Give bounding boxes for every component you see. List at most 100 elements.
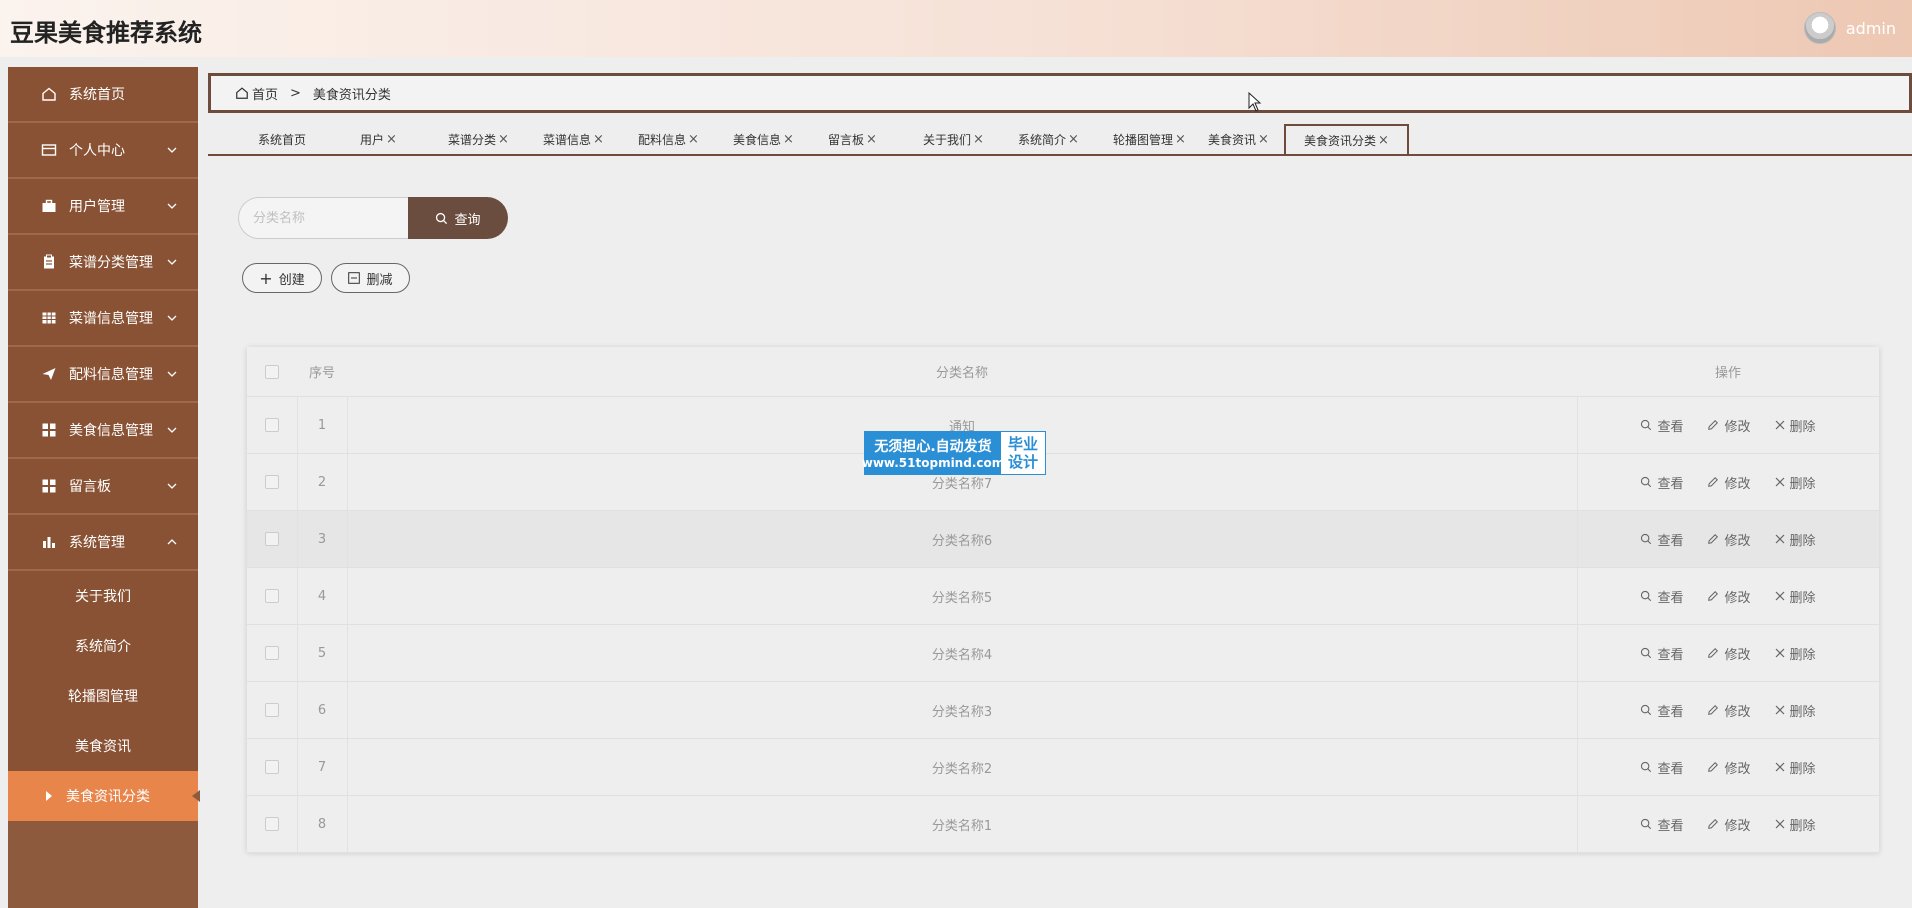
- tab-home[interactable]: 系统首页: [258, 124, 306, 154]
- delete-button[interactable]: 删除: [1775, 758, 1816, 777]
- close-icon[interactable]: ×: [1378, 133, 1389, 148]
- briefcase-icon: [40, 197, 58, 215]
- edit-button[interactable]: 修改: [1707, 587, 1751, 606]
- row-checkbox[interactable]: [265, 532, 279, 546]
- sidebar-item-system[interactable]: 系统管理: [8, 515, 198, 571]
- close-icon[interactable]: ×: [498, 132, 509, 147]
- sidebar-item-recipe-info[interactable]: 菜谱信息管理: [8, 291, 198, 347]
- sidebar-item-ingredient[interactable]: 配料信息管理: [8, 347, 198, 403]
- row-index: 6: [317, 702, 327, 718]
- row-checkbox[interactable]: [265, 418, 279, 432]
- table-row[interactable]: 5 分类名称4 查看 修改 删除: [247, 625, 1879, 682]
- sidebar-item-food-info[interactable]: 美食信息管理: [8, 403, 198, 459]
- tab-recipe-category[interactable]: 菜谱分类 ×: [448, 124, 509, 154]
- avatar[interactable]: [1803, 12, 1836, 44]
- sidebar-item-users[interactable]: 用户管理: [8, 179, 198, 235]
- view-button[interactable]: 查看: [1640, 758, 1683, 777]
- pencil-icon: [1708, 704, 1719, 715]
- row-index: 3: [317, 531, 327, 547]
- row-category-name: 分类名称3: [931, 704, 993, 720]
- view-button[interactable]: 查看: [1640, 644, 1683, 663]
- delete-button[interactable]: 删除: [1775, 701, 1816, 720]
- delete-button[interactable]: 删除: [1775, 815, 1816, 834]
- close-icon[interactable]: ×: [688, 132, 699, 147]
- select-all-checkbox[interactable]: [265, 364, 279, 379]
- tab-ingredient[interactable]: 配料信息 ×: [638, 124, 699, 154]
- tab-users[interactable]: 用户 ×: [360, 124, 397, 154]
- sidebar-subitem-intro[interactable]: 系统简介: [8, 621, 198, 671]
- edit-button[interactable]: 修改: [1707, 815, 1751, 834]
- close-icon[interactable]: ×: [386, 132, 397, 147]
- row-checkbox[interactable]: [265, 760, 279, 774]
- table-row[interactable]: 2 分类名称7 查看 修改 删除: [247, 454, 1879, 511]
- create-button[interactable]: + 创建: [242, 263, 322, 293]
- close-icon[interactable]: ×: [973, 132, 984, 147]
- sidebar-item-profile[interactable]: 个人中心: [8, 123, 198, 179]
- row-checkbox[interactable]: [265, 817, 279, 831]
- edit-button[interactable]: 修改: [1707, 701, 1751, 720]
- tab-food-news[interactable]: 美食资讯 ×: [1208, 124, 1269, 154]
- view-button[interactable]: 查看: [1640, 815, 1683, 834]
- view-button[interactable]: 查看: [1640, 701, 1683, 720]
- batch-delete-button[interactable]: 删减: [331, 263, 410, 293]
- edit-button[interactable]: 修改: [1707, 758, 1751, 777]
- table-row[interactable]: 7 分类名称2 查看 修改 删除: [247, 739, 1879, 796]
- search-button[interactable]: 查询: [408, 197, 508, 239]
- close-icon[interactable]: ×: [1175, 132, 1186, 147]
- row-checkbox[interactable]: [265, 646, 279, 660]
- tab-carousel[interactable]: 轮播图管理 ×: [1113, 124, 1186, 154]
- view-button[interactable]: 查看: [1640, 587, 1683, 606]
- tab-food-news-category[interactable]: 美食资讯分类 ×: [1284, 124, 1409, 154]
- tab-intro[interactable]: 系统简介 ×: [1018, 124, 1079, 154]
- breadcrumb: 首页 > 美食资讯分类: [208, 73, 1912, 113]
- edit-button[interactable]: 修改: [1707, 473, 1751, 492]
- table-row[interactable]: 4 分类名称5 查看 修改 删除: [247, 568, 1879, 625]
- row-category-name: 分类名称4: [931, 647, 993, 663]
- tab-message-board[interactable]: 留言板 ×: [828, 124, 877, 154]
- tab-recipe-info[interactable]: 菜谱信息 ×: [543, 124, 604, 154]
- table-row[interactable]: 1 通知 查看 修改 删除: [247, 397, 1879, 454]
- close-icon[interactable]: ×: [1068, 132, 1079, 147]
- tab-bar: 系统首页 用户 × 菜谱分类 × 菜谱信息 × 配料信息 × 美食信息 × 留言板 × 关于…: [208, 124, 1912, 156]
- view-button[interactable]: 查看: [1640, 530, 1683, 549]
- sidebar-subitem-about[interactable]: 关于我们: [8, 571, 198, 621]
- mouse-cursor-icon: [1248, 92, 1262, 112]
- username: admin: [1845, 18, 1896, 38]
- sidebar-item-home[interactable]: 系统首页: [8, 67, 198, 123]
- close-icon[interactable]: ×: [1258, 132, 1269, 147]
- sidebar-item-recipe-category[interactable]: 菜谱分类管理: [8, 235, 198, 291]
- close-icon[interactable]: ×: [593, 132, 604, 147]
- sidebar-subitem-food-news-category[interactable]: 美食资讯分类: [8, 771, 200, 821]
- delete-button[interactable]: 删除: [1775, 587, 1816, 606]
- search-input[interactable]: [238, 197, 410, 239]
- breadcrumb-home[interactable]: 首页: [252, 84, 278, 103]
- tab-food-info[interactable]: 美食信息 ×: [733, 124, 794, 154]
- edit-button[interactable]: 修改: [1707, 644, 1751, 663]
- edit-button[interactable]: 修改: [1707, 416, 1751, 435]
- table-row[interactable]: 3 分类名称6 查看 修改 删除: [247, 511, 1879, 568]
- view-button[interactable]: 查看: [1640, 416, 1683, 435]
- close-icon[interactable]: ×: [783, 132, 794, 147]
- edit-button[interactable]: 修改: [1707, 530, 1751, 549]
- table-row[interactable]: 8 分类名称1 查看 修改 删除: [247, 796, 1879, 853]
- delete-button[interactable]: 删除: [1775, 644, 1816, 663]
- view-button[interactable]: 查看: [1640, 473, 1683, 492]
- sidebar-subitem-carousel[interactable]: 轮播图管理: [8, 671, 198, 721]
- chevron-down-icon: [167, 371, 177, 377]
- close-icon[interactable]: ×: [866, 132, 877, 147]
- tab-about[interactable]: 关于我们 ×: [923, 124, 984, 154]
- sidebar-subitem-food-news[interactable]: 美食资讯: [8, 721, 198, 771]
- sidebar-item-message-board[interactable]: 留言板: [8, 459, 198, 515]
- row-category-name: 分类名称5: [931, 590, 993, 606]
- sidebar-item-label: 用户管理: [69, 199, 125, 215]
- row-checkbox[interactable]: [265, 475, 279, 489]
- user-menu[interactable]: admin: [1803, 12, 1896, 44]
- delete-button[interactable]: 删除: [1775, 530, 1816, 549]
- chevron-down-icon: [167, 483, 177, 489]
- row-checkbox[interactable]: [265, 589, 279, 603]
- bar-chart-icon: [40, 533, 58, 551]
- row-checkbox[interactable]: [265, 703, 279, 717]
- delete-button[interactable]: 删除: [1775, 473, 1816, 492]
- table-row[interactable]: 6 分类名称3 查看 修改 删除: [247, 682, 1879, 739]
- delete-button[interactable]: 删除: [1775, 416, 1816, 435]
